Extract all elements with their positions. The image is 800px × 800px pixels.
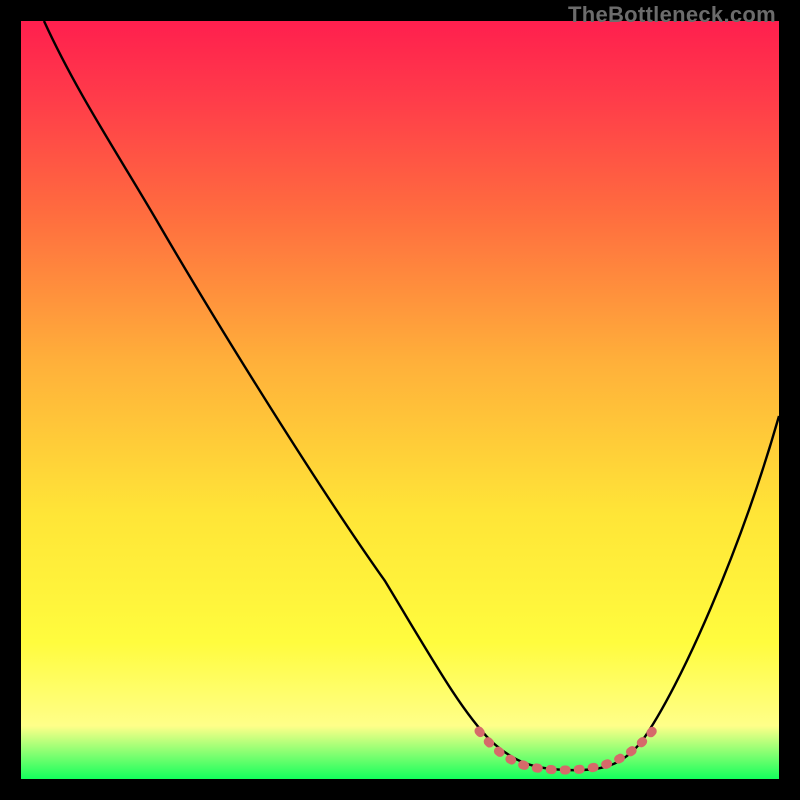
chart-plot-area: [21, 21, 779, 779]
attribution-watermark: TheBottleneck.com: [568, 2, 776, 28]
optimal-range-marker-path: [479, 728, 655, 770]
chart-svg: [21, 21, 779, 779]
bottleneck-curve-path: [44, 21, 779, 770]
